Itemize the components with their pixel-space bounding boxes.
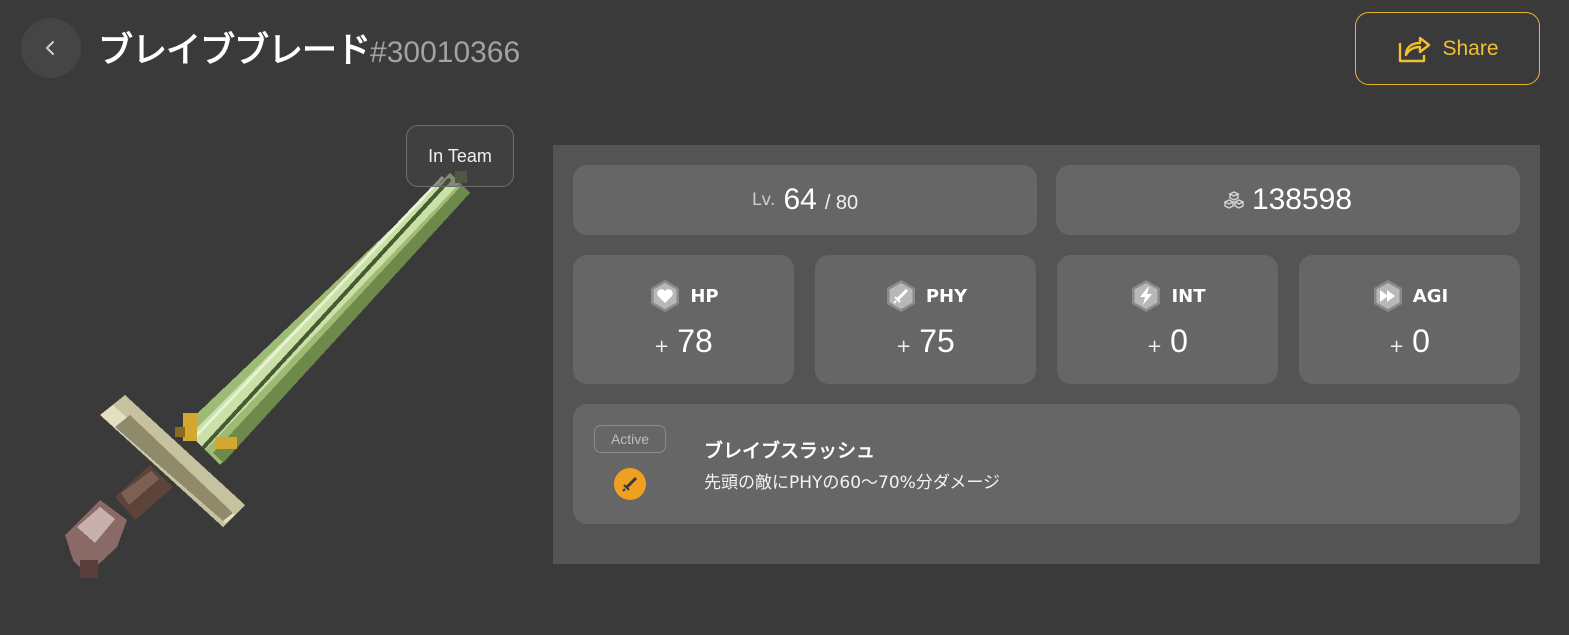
sword-icon [622,476,638,492]
stat-value: 0 [1412,323,1430,359]
page-title: ブレイブブレード #30010366 [98,22,520,74]
detail-panel: Lv. 64 / 80 138598 HP + 78 PHY + 75 INT … [553,145,1540,564]
stat-hp: HP + 78 [573,255,794,384]
back-button[interactable] [21,18,81,78]
stat-label: AGI [1412,285,1449,307]
stat-value: 78 [677,323,713,359]
stat-plus: + [896,336,912,357]
blocks-icon [1223,191,1244,209]
level-value: 64 [783,183,817,216]
heart-icon [651,280,680,312]
stat-agi: AGI + 0 [1299,255,1520,384]
level-card: Lv. 64 / 80 [573,165,1037,235]
stat-label: INT [1171,285,1206,307]
exp-card: 138598 [1056,165,1520,235]
stat-int: INT + 0 [1057,255,1278,384]
stat-value: 0 [1170,323,1188,359]
sword-icon [886,280,915,312]
lightning-icon [1132,280,1161,312]
level-max: / 80 [824,191,859,214]
share-icon [1399,36,1431,62]
in-team-badge: In Team [406,125,514,187]
stat-label: HP [690,285,719,307]
level-prefix: Lv. [751,190,776,210]
skill-icon [614,468,646,500]
chevron-left-icon [46,41,54,55]
skill-type-badge: Active [594,425,666,453]
pixel-sword-icon [65,171,470,578]
skill-card: Active ブレイブスラッシュ 先頭の敵にPHYの60～70%分ダメージ [573,404,1520,524]
item-id: #30010366 [370,36,521,69]
share-button[interactable]: Share [1355,12,1540,85]
stat-plus: + [1389,336,1405,357]
stat-plus: + [654,336,670,357]
stat-label: PHY [925,285,968,307]
exp-value: 138598 [1251,183,1353,216]
share-label: Share [1442,36,1499,60]
skill-description: 先頭の敵にPHYの60～70%分ダメージ [704,473,1000,493]
item-detail-page: ブレイブブレード #30010366 Share In Team Lv. 64 … [0,0,1569,635]
stat-value: 75 [919,323,955,359]
stat-phy: PHY + 75 [815,255,1036,384]
skill-name: ブレイブスラッシュ [704,440,876,462]
item-name: ブレイブブレード [98,31,371,71]
stat-plus: + [1147,336,1163,357]
fast-forward-icon [1373,280,1402,312]
